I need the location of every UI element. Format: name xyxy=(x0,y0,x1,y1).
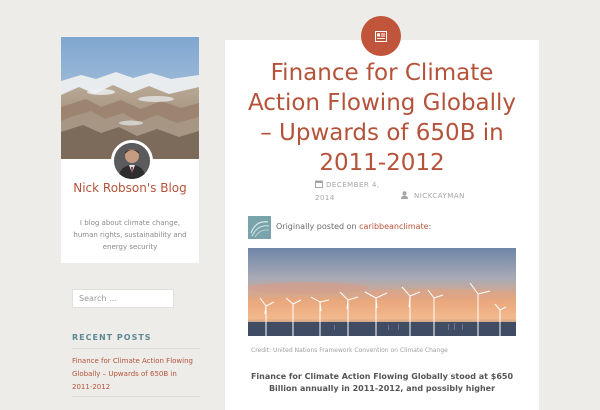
site-description: I blog about climate change, human right… xyxy=(73,219,187,251)
reblog-prefix: Originally posted on xyxy=(276,222,360,231)
reblog-source-link[interactable]: caribbeanclimate xyxy=(359,222,428,231)
post-image[interactable] xyxy=(248,248,516,336)
source-blog-avatar[interactable] xyxy=(248,216,271,239)
post-format-badge[interactable] xyxy=(361,16,401,56)
recent-posts-title: RECENT POSTS xyxy=(72,333,152,342)
post-author[interactable]: NICKCAYMAN xyxy=(401,191,465,201)
reblog-attribution: Originally posted on caribbeanclimate: xyxy=(276,222,431,231)
post-card: Finance for Climate Action Flowing Globa… xyxy=(225,40,539,410)
search-input[interactable]: Search … xyxy=(72,289,174,308)
site-title[interactable]: Nick Robson's Blog xyxy=(61,180,199,197)
recent-post-link[interactable]: Finance for Climate Action Flowing Globa… xyxy=(72,355,196,394)
user-icon xyxy=(401,191,408,201)
post-author-text: NICKCAYMAN xyxy=(414,192,465,200)
reblog-suffix: : xyxy=(428,222,432,231)
image-caption: Credit: United Nations Framework Convent… xyxy=(251,347,448,354)
divider xyxy=(72,348,200,349)
calendar-icon xyxy=(315,180,323,192)
post-date-text: DECEMBER 4, 2014 xyxy=(315,181,380,202)
post-excerpt: Finance for Climate Action Flowing Globa… xyxy=(250,372,514,393)
divider xyxy=(72,396,200,397)
post-format-icon xyxy=(375,27,387,46)
author-avatar[interactable] xyxy=(111,140,153,182)
sidebar-profile-card: Nick Robson's Blog I blog about climate … xyxy=(61,37,199,263)
post-title[interactable]: Finance for Climate Action Flowing Globa… xyxy=(245,58,519,178)
post-date[interactable]: DECEMBER 4, 2014 xyxy=(315,179,395,204)
